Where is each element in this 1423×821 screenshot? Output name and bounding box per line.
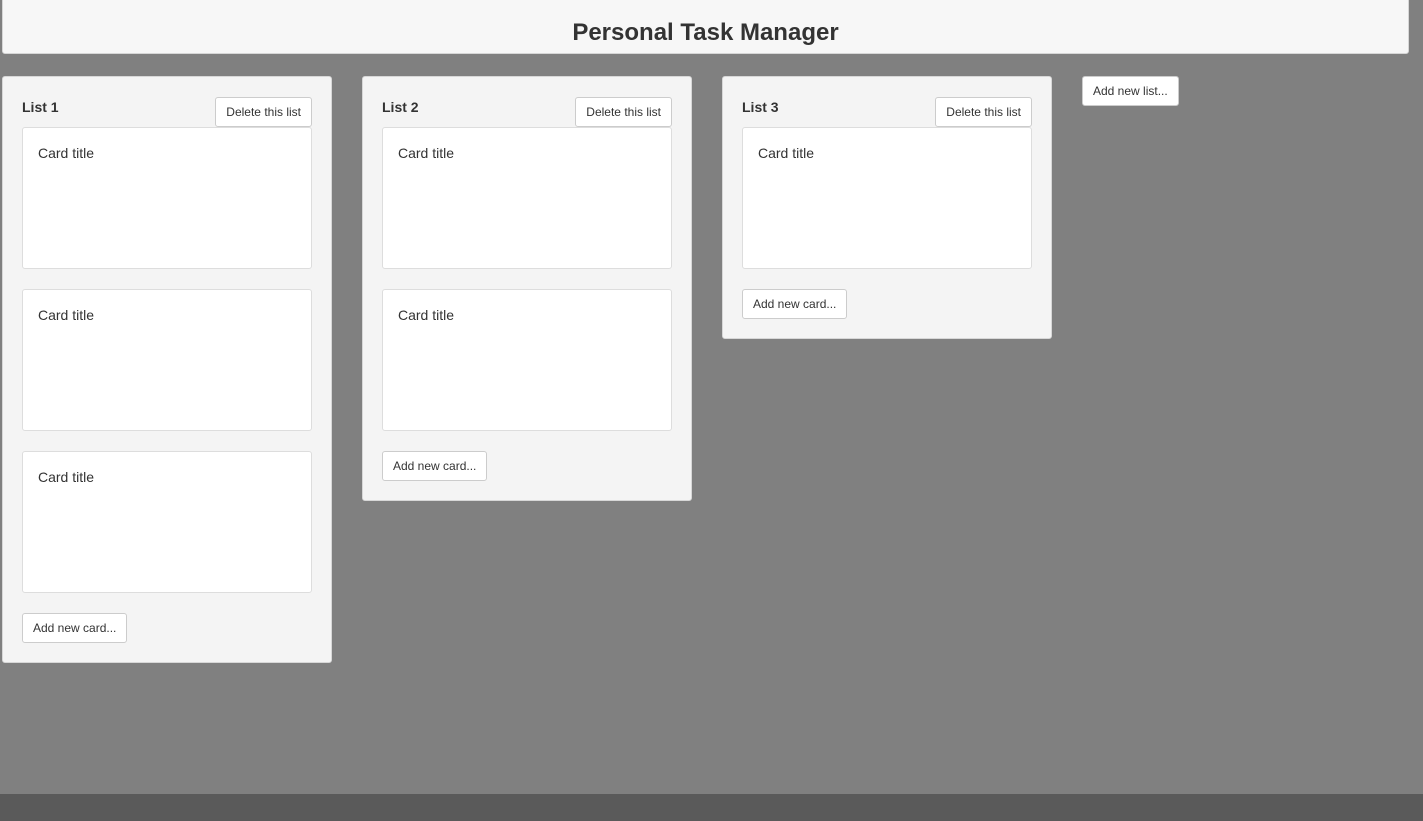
card-title: Card title [758, 145, 815, 161]
list-title: List 3 [742, 99, 779, 115]
board: List 1 Delete this list Card title Card … [2, 76, 1179, 663]
add-card-button[interactable]: Add new card... [22, 613, 128, 643]
card[interactable]: Card title [742, 127, 1032, 269]
card-title: Card title [398, 307, 455, 323]
add-list-area: Add new list... [1082, 76, 1179, 106]
delete-list-button[interactable]: Delete this list [935, 97, 1032, 127]
delete-list-button[interactable]: Delete this list [575, 97, 672, 127]
list-header: List 1 Delete this list [22, 97, 312, 127]
card-title: Card title [398, 145, 455, 161]
add-card-button[interactable]: Add new card... [742, 289, 848, 319]
card[interactable]: Card title [382, 127, 672, 269]
list-header: List 2 Delete this list [382, 97, 672, 127]
card[interactable]: Card title [22, 127, 312, 269]
card[interactable]: Card title [22, 289, 312, 431]
list-1: List 1 Delete this list Card title Card … [2, 76, 332, 663]
list-2: List 2 Delete this list Card title Card … [362, 76, 692, 501]
footer-bar [0, 794, 1423, 821]
list-header: List 3 Delete this list [742, 97, 1032, 127]
delete-list-button[interactable]: Delete this list [215, 97, 312, 127]
card-title: Card title [38, 307, 95, 323]
list-title: List 2 [382, 99, 419, 115]
app-header: Personal Task Manager [2, 0, 1409, 54]
card-title: Card title [38, 469, 95, 485]
add-list-button[interactable]: Add new list... [1082, 76, 1179, 106]
card-title: Card title [38, 145, 95, 161]
add-card-button[interactable]: Add new card... [382, 451, 488, 481]
page-title: Personal Task Manager [572, 18, 839, 46]
card[interactable]: Card title [22, 451, 312, 593]
list-title: List 1 [22, 99, 59, 115]
list-3: List 3 Delete this list Card title Add n… [722, 76, 1052, 339]
card[interactable]: Card title [382, 289, 672, 431]
